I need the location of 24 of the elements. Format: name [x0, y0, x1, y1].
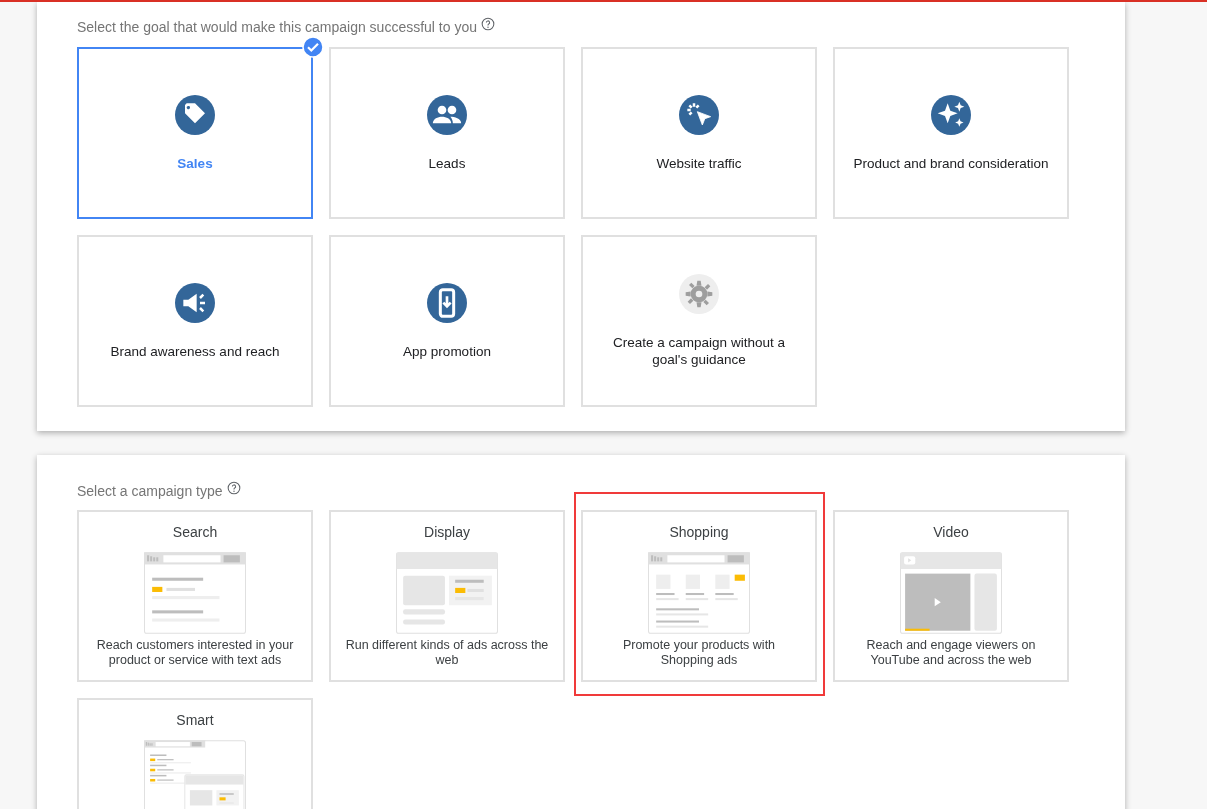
- campaign-type-card[interactable]: Display Run different kinds of ads across the web: [329, 510, 565, 682]
- goal-prompt: Select the goal that would make this campaign successful to you: [77, 19, 477, 35]
- megaphone-icon: [175, 282, 215, 323]
- phone-download-icon: [427, 282, 467, 323]
- goal-card[interactable]: Brand awareness and reach: [77, 235, 313, 407]
- settings-icon: [679, 274, 719, 314]
- campaign-type-card[interactable]: Video Reach and engage viewers on YouTube and across the web: [833, 510, 1069, 682]
- checkmark-icon: [302, 36, 324, 58]
- campaign-type-prompt: Select a campaign type: [77, 483, 223, 499]
- campaign-type-card[interactable]: Shopping Promote your products with Shopping ads: [581, 510, 817, 682]
- campaign-type-card[interactable]: Smart: [77, 698, 313, 809]
- goal-card[interactable]: Product and brand consideration: [833, 47, 1069, 219]
- people-icon: [427, 94, 467, 135]
- tag-icon: [175, 94, 215, 135]
- goal-card[interactable]: Sales: [77, 47, 313, 219]
- help-icon[interactable]: [226, 481, 241, 496]
- help-icon[interactable]: [481, 17, 495, 32]
- goal-card[interactable]: App promotion: [329, 235, 565, 407]
- goal-card[interactable]: Leads: [329, 47, 565, 219]
- cursor-click-icon: [679, 94, 719, 135]
- sparkle-icon: [931, 94, 971, 135]
- campaign-type-card[interactable]: Search Reach customers interested in your product or service with text ads: [77, 510, 313, 682]
- goal-card[interactable]: Website traffic: [581, 47, 817, 219]
- goal-card[interactable]: Create a campaign without a goal's guidance: [581, 235, 817, 407]
